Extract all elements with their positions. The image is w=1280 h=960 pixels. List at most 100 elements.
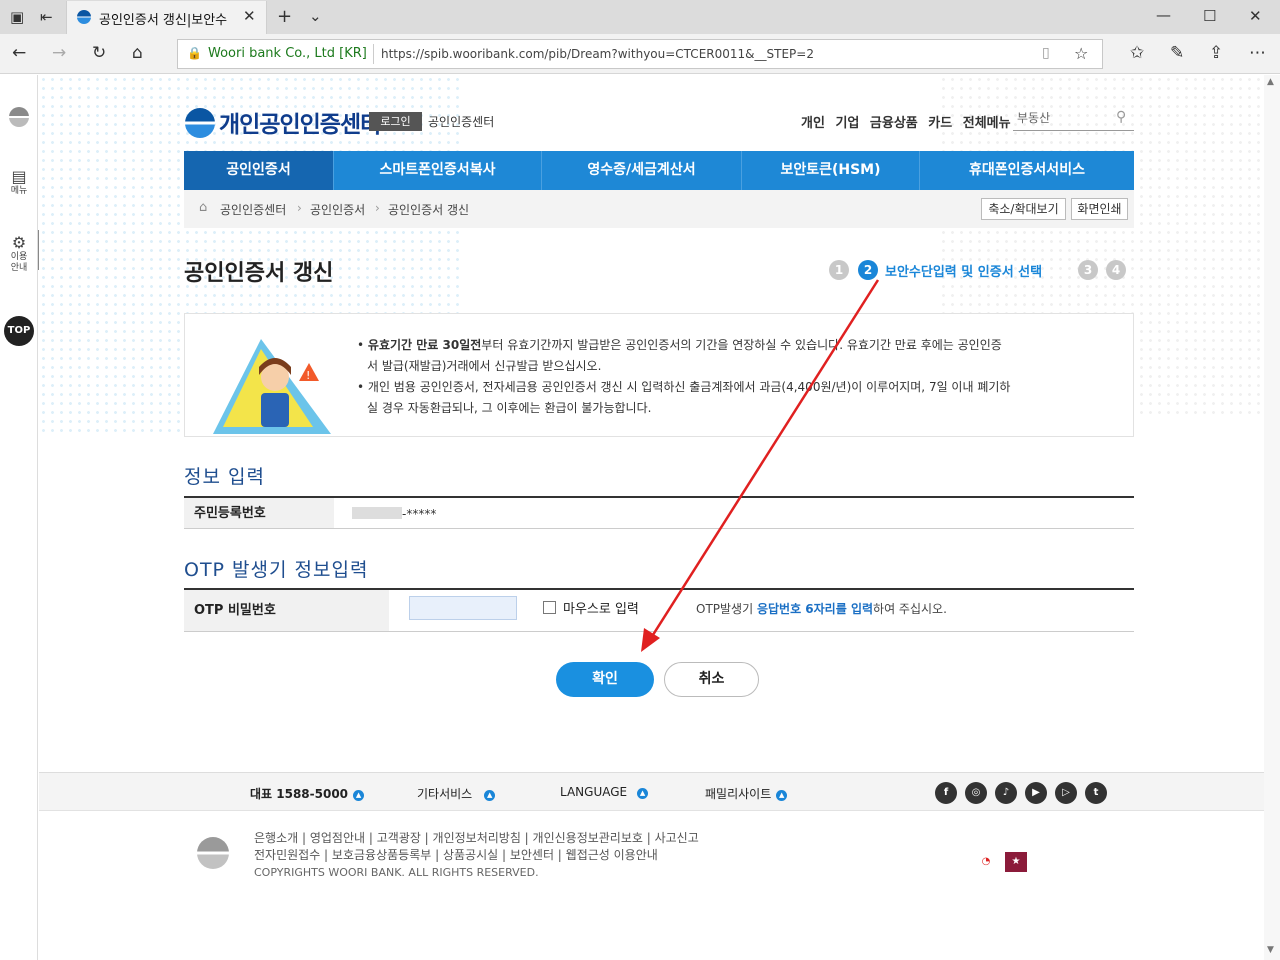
gnb-receipt-invoice[interactable]: 영수증/세금계산서	[542, 151, 742, 190]
site-logo-text: 개인공인인증센터	[219, 112, 381, 138]
home-icon[interactable]: ⌂	[199, 200, 207, 215]
gnb-certificate[interactable]: 공인인증서	[184, 151, 334, 190]
breadcrumb-item[interactable]: 공인인증센터	[220, 201, 286, 218]
tab-list-chevron-icon[interactable]: ⌄	[309, 7, 322, 25]
rrn-value: -*****	[352, 507, 436, 521]
top-menu-all[interactable]: 전체메뉴	[963, 116, 1011, 131]
address-toolbar: ← → ↻ ⌂ 🔒 Woori bank Co., Ltd [KR] https…	[0, 34, 1280, 74]
forward-icon[interactable]: →	[52, 43, 66, 63]
zoom-button[interactable]: 축소/확대보기	[981, 198, 1066, 220]
youtube-icon[interactable]: ▶	[1025, 782, 1047, 804]
side-guide-button[interactable]: ⚙ 이용 안내	[0, 233, 38, 274]
otp-help-emphasis: 응답번호 6자리를 입력	[756, 602, 874, 616]
masked-rrn-blur	[352, 507, 402, 519]
top-menu-corporate[interactable]: 기업	[835, 116, 859, 131]
notice-line-1-text: 부터 유효기간까지 발급받은 공인인증서의 기간을 연장하실 수 있습니다. 유…	[481, 338, 1002, 352]
minimize-icon[interactable]: —	[1156, 6, 1171, 24]
otp-password-input[interactable]	[409, 596, 517, 620]
side-guide-label-1: 이용	[10, 252, 28, 262]
facebook-icon[interactable]: f	[935, 782, 957, 804]
refresh-icon[interactable]: ↻	[92, 43, 106, 63]
lock-icon[interactable]: 🔒	[187, 46, 202, 60]
certificate-label[interactable]: Woori bank Co., Ltd [KR]	[208, 46, 367, 61]
other-services-text: 기타서비스	[417, 787, 473, 801]
vertical-scrollbar[interactable]: ▲ ▼	[1264, 75, 1280, 960]
new-tab-icon[interactable]: +	[277, 6, 292, 27]
more-icon[interactable]: ⋯	[1249, 43, 1266, 63]
confirm-button[interactable]: 확인	[556, 662, 654, 697]
footer-links-row-1[interactable]: 은행소개 | 영업점안내 | 고객광장 | 개인정보처리방침 | 개인신용정보관…	[254, 829, 699, 846]
login-button[interactable]: 로그인	[369, 112, 422, 131]
step-4-badge: 4	[1106, 260, 1126, 280]
breadcrumb-item[interactable]: 공인인증서	[310, 201, 365, 218]
home-icon[interactable]: ⌂	[132, 43, 143, 63]
gnb-smartphone-copy[interactable]: 스마트폰인증서복사	[334, 151, 542, 190]
mouse-input-checkbox[interactable]	[543, 601, 556, 614]
main-navigation: 공인인증서 스마트폰인증서복사 영수증/세금계산서 보안토큰(HSM) 휴대폰인…	[184, 151, 1134, 190]
favorites-icon[interactable]: ✩	[1130, 43, 1144, 63]
scroll-top-button[interactable]: TOP	[4, 316, 34, 346]
notice-line-3-text: 개인 범용 공인인증서, 전자세금용 공인인증서 갱신 시 입력하신 출금계좌에…	[367, 380, 1011, 394]
search-placeholder: 부동산	[1017, 111, 1051, 125]
address-bar[interactable]: 🔒 Woori bank Co., Ltd [KR] https://spib.…	[177, 39, 1103, 69]
top-menu-card[interactable]: 카드	[928, 116, 952, 131]
back-icon[interactable]: ←	[12, 43, 26, 63]
breadcrumb-current: 공인인증서 갱신	[388, 203, 470, 217]
scroll-up-icon[interactable]: ▲	[1267, 77, 1274, 87]
cancel-button[interactable]: 취소	[664, 662, 759, 697]
guide-character-illustration: !	[213, 339, 331, 434]
notice-line-2: 서 발급(재발급)거래에서 신규발급 받으십시오.	[367, 359, 602, 373]
tab-close-icon[interactable]: ✕	[243, 7, 256, 25]
language-select[interactable]: LANGUAGE ▲	[560, 785, 649, 799]
top-menu-products[interactable]: 금융상품	[870, 116, 918, 131]
pen-icon[interactable]: ✎	[1170, 43, 1184, 63]
otp-table: OTP 비밀번호 마우스로 입력 OTP발생기 응답번호 6자리를 입력하여 주…	[184, 588, 1134, 632]
chevron-up-icon: ▲	[484, 790, 496, 801]
gear-icon: ⚙	[11, 233, 27, 252]
breadcrumb: ⌂ 공인인증센터 › 공인인증서 › 공인인증서 갱신 축소/확대보기 화면인쇄	[184, 190, 1134, 228]
gnb-mobile-certificate[interactable]: 휴대폰인증서서비스	[920, 151, 1134, 190]
gnb-security-token[interactable]: 보안토큰(HSM)	[742, 151, 920, 190]
notice-box: ! • 유효기간 만료 30일전부터 유효기간까지 발급받은 공인인증서의 기간…	[184, 313, 1134, 437]
favorite-star-icon[interactable]: ☆	[1074, 44, 1088, 63]
step-3-badge: 3	[1078, 260, 1098, 280]
web-page: 개인공인인증센터 로그인 공인인증센터 개인 기업 금융상품 카드 전체메뉴 부…	[39, 75, 1264, 960]
tab-manager-icon[interactable]: ▣	[10, 8, 24, 26]
chevron-up-icon: ▲	[637, 788, 649, 799]
url-text[interactable]: https://spib.wooribank.com/pib/Dream?wit…	[381, 47, 814, 61]
center-label[interactable]: 공인인증센터	[428, 113, 494, 130]
document-icon: ▤	[11, 167, 27, 186]
site-footer: 대표 1588-5000 ▲ 기타서비스 ▲ LANGUAGE ▲ 패밀리사이트 ▲ f…	[39, 772, 1264, 960]
chevron-up-icon: ▲	[776, 790, 788, 801]
share-icon[interactable]: ⇪	[1209, 43, 1223, 63]
reading-view-icon[interactable]: ▯	[1042, 45, 1050, 61]
quick-side-panel: ▤ 메뉴 ⚙ 이용 안내 TOP	[0, 75, 38, 960]
tab-title: 공인인증서 갱신|보안수	[99, 13, 228, 28]
family-sites[interactable]: 패밀리사이트 ▲	[705, 785, 788, 802]
top-menu: 개인 기업 금융상품 카드 전체메뉴	[801, 112, 1017, 131]
browser-tab-active[interactable]: 공인인증서 갱신|보안수 ✕	[66, 1, 267, 34]
side-menu-button[interactable]: ▤ 메뉴	[0, 167, 38, 197]
set-aside-tabs-icon[interactable]: ⇤	[40, 8, 53, 26]
play-icon[interactable]: ▷	[1055, 782, 1077, 804]
scroll-down-icon[interactable]: ▼	[1267, 945, 1274, 955]
top-menu-personal[interactable]: 개인	[801, 116, 825, 131]
instagram-icon[interactable]: ◎	[965, 782, 987, 804]
maximize-icon[interactable]: ☐	[1203, 7, 1216, 25]
mouse-input-label[interactable]: 마우스로 입력	[563, 598, 639, 617]
footer-bar: 대표 1588-5000 ▲ 기타서비스 ▲ LANGUAGE ▲ 패밀리사이트 ▲ f…	[39, 773, 1264, 811]
search-icon[interactable]: ⚲	[1116, 109, 1126, 125]
other-services[interactable]: 기타서비스 ▲	[417, 785, 496, 802]
twitter-icon[interactable]: t	[1085, 782, 1107, 804]
search-input[interactable]: 부동산 ⚲	[1013, 106, 1134, 131]
language-text: LANGUAGE	[560, 785, 628, 799]
notice-line-4: 실 경우 자동환급되나, 그 이후에는 환급이 불가능합니다.	[367, 401, 652, 415]
print-button[interactable]: 화면인쇄	[1071, 198, 1128, 220]
footer-links-row-2[interactable]: 전자민원접수 | 보호금융상품등록부 | 상품공시실 | 보안센터 | 웹접근성…	[254, 846, 658, 863]
podcast-icon[interactable]: ♪	[995, 782, 1017, 804]
rep-phone[interactable]: 대표 1588-5000 ▲	[250, 785, 365, 802]
otp-section-title: OTP 발생기 정보입력	[184, 559, 369, 581]
page-title: 공인인증서 갱신	[184, 261, 334, 286]
window-close-icon[interactable]: ✕	[1249, 7, 1262, 25]
notice-line-1: • 유효기간 만료 30일전부터 유효기간까지 발급받은 공인인증서의 기간을 …	[357, 338, 1002, 352]
